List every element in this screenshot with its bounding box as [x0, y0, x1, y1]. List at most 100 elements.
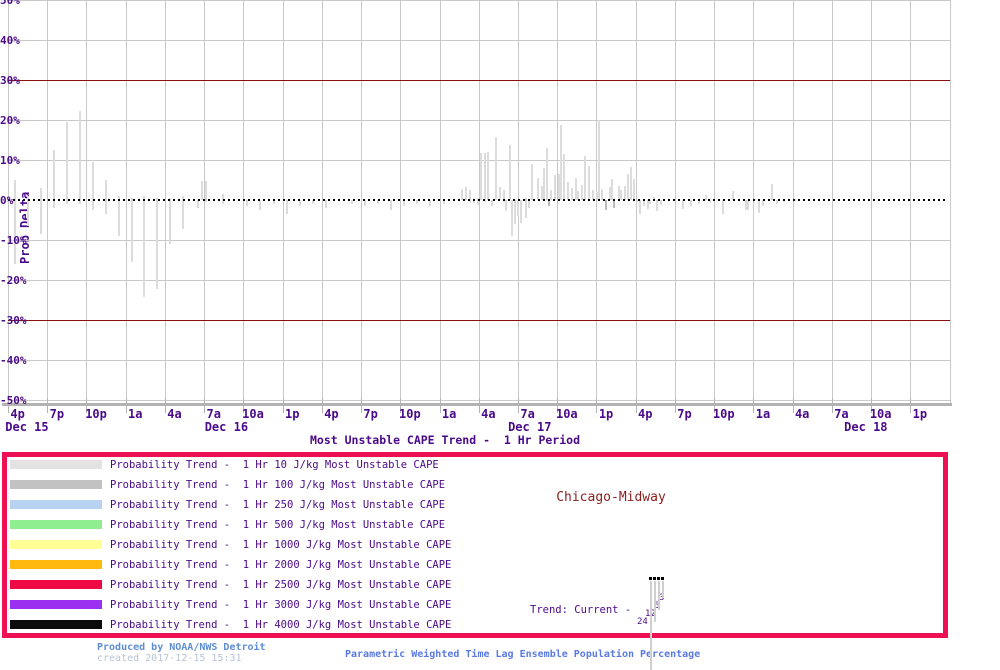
lag-line: [662, 581, 664, 598]
cape-prob-delta-bar: [536, 178, 539, 200]
y-axis-label: 10%: [0, 154, 20, 167]
x-axis-label: 1p: [912, 407, 928, 421]
y-axis-title: Prob Delta: [18, 191, 32, 264]
cape-prob-delta-bar: [770, 184, 773, 200]
cape-prob-delta-bar: [681, 200, 684, 210]
y-axis-label: -20%: [0, 274, 27, 287]
cape-prob-delta-bar: [626, 174, 629, 200]
caption-text: Parametric Weighted Time Lag Ensemble Po…: [345, 649, 701, 660]
cape-prob-delta-bar: [611, 179, 614, 200]
x-axis-label: 7p: [363, 407, 378, 421]
grid-line-vertical: [439, 0, 441, 404]
grid-line-horizontal: [8, 0, 950, 1]
legend-label: Probability Trend - 1 Hr 10 J/kg Most Un…: [110, 459, 439, 471]
cape-prob-delta-bar: [196, 200, 199, 208]
cape-prob-delta-bar: [118, 196, 121, 236]
cape-prob-delta-bar: [65, 122, 68, 204]
x-axis-tick: [831, 398, 833, 413]
cape-prob-delta-bar: [574, 178, 577, 200]
legend-label: Probability Trend - 1 Hr 2000 J/kg Most …: [110, 559, 452, 571]
station-label: Chicago-Midway: [556, 490, 666, 505]
legend-label: Probability Trend - 1 Hr 500 J/kg Most U…: [110, 519, 446, 531]
legend-swatch: [10, 560, 102, 569]
grid-line-horizontal: [8, 360, 950, 361]
grid-line-vertical: [949, 0, 951, 404]
y-axis-label: 0%: [0, 194, 14, 207]
produced-by-text: Produced by NOAA/NWS Detroit: [97, 642, 266, 653]
y-axis-label: 20%: [0, 114, 20, 127]
x-axis-tick: [674, 398, 676, 413]
cape-prob-delta-bar: [562, 154, 565, 200]
lag-dot: [653, 577, 656, 580]
cape-prob-delta-bar: [92, 162, 94, 210]
y-axis-label: 40%: [0, 34, 20, 47]
grid-line-horizontal: [8, 240, 950, 241]
prob-delta-chart: Prob Delta 4p 7p 10p 1a 4a 7a 10a 1p 4p 7p 10p 1a 4a…: [0, 0, 1000, 450]
cape-prob-delta-bar: [524, 198, 527, 218]
grid-line-vertical: [164, 0, 166, 404]
x-axis-tick: [282, 398, 284, 413]
x-axis-label: 1p: [284, 407, 300, 421]
x-axis-label: 1p: [598, 407, 614, 421]
legend-swatch: [10, 480, 102, 489]
x-axis-label: 10a: [555, 407, 578, 421]
legend-swatch: [10, 540, 102, 549]
x-axis-label: 4a: [481, 407, 496, 421]
zero-line: [8, 199, 947, 201]
grid-line-vertical: [714, 0, 716, 404]
x-axis-label: 10p: [712, 407, 735, 421]
x-axis-label: 10a: [242, 407, 264, 421]
x-axis-label: 1a: [441, 407, 457, 421]
threshold-line: [8, 320, 950, 321]
y-axis-label: -40%: [0, 354, 27, 367]
cape-prob-delta-bar: [553, 174, 556, 200]
cape-prob-delta-bar: [587, 166, 590, 200]
x-axis-label: 7a: [834, 407, 849, 421]
threshold-line: [8, 80, 950, 81]
cape-prob-delta-bar: [527, 200, 530, 208]
grid-line-vertical: [871, 0, 873, 404]
lag-dot: [649, 577, 652, 580]
x-axis-tick: [635, 398, 637, 413]
legend-swatch: [10, 500, 102, 509]
cape-prob-delta-bar: [540, 186, 543, 200]
x-axis-label: 7a: [520, 407, 535, 421]
legend-swatch: [10, 620, 102, 629]
grid-line-vertical: [635, 0, 637, 404]
cape-prob-delta-bar: [505, 200, 508, 212]
grid-line-vertical: [243, 0, 245, 404]
y-axis-label: -50%: [0, 394, 27, 407]
x-axis-label: 10p: [85, 407, 107, 421]
grid-line-vertical: [86, 0, 88, 404]
x-axis-tick: [596, 398, 598, 413]
cape-prob-delta-bar: [169, 198, 172, 244]
legend-label: Probability Trend - 1 Hr 1000 J/kg Most …: [110, 539, 452, 551]
y-axis-label: -30%: [0, 314, 27, 327]
legend-label: Probability Trend - 1 Hr 2500 J/kg Most …: [110, 579, 452, 591]
x-axis-tick: [439, 398, 441, 413]
grid-line-vertical: [400, 0, 402, 404]
cape-prob-delta-bar: [655, 200, 658, 212]
grid-line-vertical: [125, 0, 127, 404]
y-axis-label: 50%: [0, 0, 20, 7]
cape-prob-delta-bar: [722, 200, 725, 215]
cape-prob-delta-bar: [13, 180, 16, 264]
cape-prob-delta-bar: [557, 174, 560, 200]
cape-prob-delta-bar: [638, 200, 641, 214]
cape-prob-delta-bar: [143, 196, 145, 298]
date-label: Dec 17: [508, 420, 552, 434]
legend-label: Probability Trend - 1 Hr 3000 J/kg Most …: [110, 599, 452, 611]
grid-line-horizontal: [8, 160, 950, 161]
lag-dot: [657, 577, 660, 580]
grid-line-vertical: [910, 0, 912, 404]
grid-line-vertical: [753, 0, 755, 404]
y-axis-label: -10%: [0, 234, 27, 247]
x-axis-tick: [478, 398, 480, 413]
grid-line-vertical: [596, 0, 598, 404]
cape-prob-delta-bar: [105, 180, 108, 214]
cape-prob-delta-bar: [324, 200, 327, 208]
cape-prob-delta-bar: [486, 152, 489, 200]
x-axis-tick: [321, 398, 323, 413]
legend-swatch: [10, 460, 102, 469]
x-axis-tick: [910, 398, 912, 413]
